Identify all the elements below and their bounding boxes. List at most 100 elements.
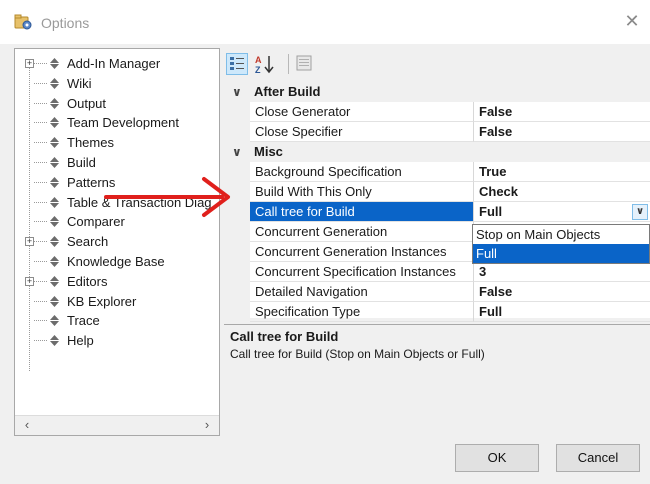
tree-connector-line bbox=[34, 221, 47, 223]
scroll-left-arrow-icon[interactable]: ‹ bbox=[19, 417, 35, 435]
close-button[interactable]: ✕ bbox=[622, 11, 642, 31]
property-value[interactable]: Check bbox=[474, 182, 650, 202]
dropdown-option-selected[interactable]: Full bbox=[473, 244, 649, 263]
tree-item[interactable]: Output bbox=[15, 94, 219, 113]
tree-connector-line bbox=[34, 122, 47, 124]
collapse-chevron-icon[interactable]: ∨ bbox=[232, 82, 246, 102]
description-text: Call tree for Build (Stop on Main Object… bbox=[230, 347, 485, 361]
property-row[interactable]: Specification Type Full bbox=[224, 302, 650, 322]
tree-connector-line bbox=[34, 241, 47, 243]
property-name: Detailed Navigation bbox=[250, 282, 474, 302]
property-grid[interactable]: ∨ After Build Close Generator False Clos… bbox=[224, 82, 650, 322]
tree-item-label: Trace bbox=[67, 313, 100, 329]
tree-item-label: Help bbox=[67, 333, 94, 349]
property-name: Specification Type bbox=[250, 302, 474, 322]
options-tree[interactable]: + Add-In Manager Wiki Output Team Developmen… bbox=[14, 48, 220, 436]
property-value-text: Full bbox=[479, 204, 503, 219]
tree-connector-line bbox=[34, 280, 47, 282]
scroll-right-arrow-icon[interactable]: › bbox=[199, 417, 215, 435]
alphabetical-sort-icon: A Z bbox=[255, 55, 274, 75]
ok-button[interactable]: OK bbox=[455, 444, 539, 472]
tree-item-label: Output bbox=[67, 95, 107, 111]
options-node-icon bbox=[48, 96, 61, 109]
categorized-view-button[interactable] bbox=[226, 53, 248, 75]
dropdown-option[interactable]: Stop on Main Objects bbox=[473, 225, 649, 244]
property-row[interactable]: Close Generator False bbox=[224, 102, 650, 122]
property-pages-button[interactable] bbox=[294, 53, 316, 75]
options-node-icon bbox=[48, 214, 61, 228]
options-node-icon bbox=[48, 76, 61, 89]
tree-connector-line bbox=[34, 261, 47, 262]
tree-connector-line bbox=[34, 142, 47, 144]
row-margin bbox=[224, 102, 250, 122]
tree-item[interactable]: Knowledge Base bbox=[15, 252, 219, 271]
property-value[interactable]: 3 bbox=[474, 262, 650, 282]
svg-text:A: A bbox=[255, 55, 262, 65]
row-margin bbox=[224, 302, 250, 322]
tree-item[interactable]: + Search bbox=[15, 232, 219, 251]
dialog-body: + Add-In Manager Wiki Output Team Developmen… bbox=[0, 44, 650, 484]
tree-item[interactable]: + Editors bbox=[15, 272, 219, 291]
property-value[interactable]: Full bbox=[474, 302, 650, 322]
tree-connector-line bbox=[34, 162, 47, 163]
tree-item-label: Build bbox=[67, 155, 96, 170]
dropdown-button[interactable]: ∨ bbox=[632, 204, 648, 220]
property-value[interactable]: False bbox=[474, 282, 650, 302]
expand-plus-icon[interactable]: + bbox=[25, 59, 34, 68]
tree-connector-line bbox=[34, 340, 47, 342]
property-name: Concurrent Specification Instances bbox=[250, 262, 474, 282]
property-row[interactable]: Detailed Navigation False bbox=[224, 282, 650, 302]
options-node-icon bbox=[48, 294, 61, 307]
row-margin bbox=[224, 262, 250, 282]
options-node-icon bbox=[48, 155, 61, 168]
categorized-icon bbox=[230, 57, 244, 70]
options-node-icon bbox=[48, 195, 61, 208]
tree-item[interactable]: Wiki bbox=[15, 74, 219, 93]
tree-item[interactable]: KB Explorer bbox=[15, 292, 219, 311]
property-row[interactable]: Concurrent Specification Instances 3 bbox=[224, 262, 650, 282]
property-name: Build With This Only bbox=[250, 182, 474, 202]
tree-item-label: KB Explorer bbox=[67, 293, 137, 309]
annotation-arrow-icon bbox=[104, 177, 230, 217]
tree-item-label: Knowledge Base bbox=[67, 254, 165, 269]
property-value[interactable]: True bbox=[474, 162, 650, 182]
options-node-icon bbox=[48, 135, 61, 149]
tree-item[interactable]: + Add-In Manager bbox=[15, 54, 219, 73]
property-row[interactable]: Close Specifier False bbox=[224, 122, 650, 142]
cancel-button[interactable]: Cancel bbox=[556, 444, 640, 472]
category-label: Misc bbox=[254, 144, 283, 159]
property-row[interactable]: Background Specification True bbox=[224, 162, 650, 182]
tree-item[interactable]: Build bbox=[15, 153, 219, 172]
property-value[interactable]: False bbox=[474, 122, 650, 142]
property-name: Concurrent Generation Instances bbox=[250, 242, 474, 262]
options-node-icon bbox=[48, 56, 61, 69]
tree-connector-line bbox=[34, 201, 47, 203]
tree-item[interactable]: Trace bbox=[15, 311, 219, 330]
tree-item[interactable]: Themes bbox=[15, 133, 219, 152]
description-title: Call tree for Build bbox=[230, 329, 339, 344]
tree-item[interactable]: Team Development bbox=[15, 113, 219, 132]
expand-plus-icon[interactable]: + bbox=[25, 237, 34, 247]
tree-connector-line bbox=[34, 181, 47, 183]
alphabetical-view-button[interactable]: A Z bbox=[254, 53, 276, 75]
tree-item[interactable]: Help bbox=[15, 331, 219, 350]
tree-horizontal-scrollbar[interactable]: ‹ › bbox=[15, 415, 219, 435]
property-grid-panel: A Z ∨ After Build Close Generator False … bbox=[222, 48, 650, 436]
expand-plus-icon[interactable]: + bbox=[25, 276, 34, 286]
property-row[interactable]: Build With This Only Check bbox=[224, 182, 650, 202]
tree-connector-line bbox=[34, 102, 47, 104]
property-name: Close Specifier bbox=[250, 122, 474, 142]
tree-connector-line bbox=[34, 300, 47, 302]
tree-item-label: Wiki bbox=[67, 75, 92, 91]
options-node-icon bbox=[48, 274, 61, 287]
tree-item-label: Add-In Manager bbox=[67, 56, 161, 71]
tree-connector-line bbox=[34, 320, 47, 322]
collapse-chevron-icon[interactable]: ∨ bbox=[232, 142, 246, 162]
property-value[interactable]: Full ∨ bbox=[474, 202, 650, 222]
call-tree-dropdown-list[interactable]: Stop on Main Objects Full bbox=[472, 224, 650, 264]
property-row-selected[interactable]: Call tree for Build Full ∨ bbox=[224, 202, 650, 222]
category-after-build[interactable]: ∨ After Build bbox=[224, 82, 650, 102]
property-value[interactable]: False bbox=[474, 102, 650, 122]
close-icon: ✕ bbox=[624, 11, 640, 31]
category-misc[interactable]: ∨ Misc bbox=[224, 142, 650, 162]
